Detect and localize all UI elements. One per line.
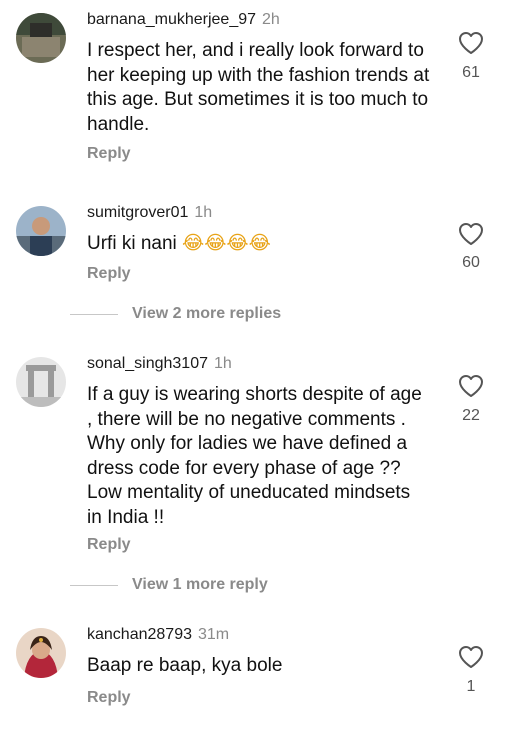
view-more-label: View 1 more reply xyxy=(132,576,268,593)
like-count: 61 xyxy=(462,64,480,81)
avatar[interactable] xyxy=(16,357,66,407)
timestamp: 1h xyxy=(194,204,213,221)
view-more-replies-button[interactable]: View 2 more replies xyxy=(70,305,281,323)
comment-meta: kanchan28793 31m xyxy=(87,625,229,645)
like-count: 60 xyxy=(462,254,480,271)
comment-text: Baap re baap, kya bole xyxy=(87,655,283,676)
divider-line xyxy=(70,313,118,315)
heart-outline-icon[interactable] xyxy=(458,645,484,669)
comment-text-content: Urfi ki nani xyxy=(87,233,177,254)
divider-line xyxy=(70,584,118,586)
emoji-group: 😂😂😂😂 xyxy=(182,232,271,254)
heart-outline-icon[interactable] xyxy=(458,31,484,55)
timestamp: 31m xyxy=(197,626,230,643)
reply-button[interactable]: Reply xyxy=(87,689,131,707)
reply-button[interactable]: Reply xyxy=(87,265,131,283)
reply-button[interactable]: Reply xyxy=(87,145,131,163)
avatar[interactable] xyxy=(16,13,66,63)
username[interactable]: barnana_mukherjee_97 xyxy=(87,11,256,28)
comment-meta: sonal_singh3107 1h xyxy=(87,354,232,374)
comment-meta: barnana_mukherjee_97 2h xyxy=(87,10,280,30)
reply-button[interactable]: Reply xyxy=(87,536,131,554)
heart-outline-icon[interactable] xyxy=(458,222,484,246)
username[interactable]: sumitgrover01 xyxy=(87,204,188,221)
comment-text: I respect her, and i really look forward… xyxy=(87,40,430,135)
heart-outline-icon[interactable] xyxy=(458,374,484,398)
comment-text: Urfi ki nani 😂😂😂😂 xyxy=(87,231,432,257)
timestamp: 2h xyxy=(262,11,280,28)
comment-meta: sumitgrover01 1h xyxy=(87,203,212,223)
view-more-replies-button[interactable]: View 1 more reply xyxy=(70,576,268,594)
username[interactable]: sonal_singh3107 xyxy=(87,355,208,372)
like-count: 1 xyxy=(466,678,476,695)
avatar[interactable] xyxy=(16,206,66,256)
comment-text: If a guy is wearing shorts despite of ag… xyxy=(87,384,422,528)
like-count: 22 xyxy=(462,407,480,424)
username[interactable]: kanchan28793 xyxy=(87,626,192,643)
avatar[interactable] xyxy=(16,628,66,678)
view-more-label: View 2 more replies xyxy=(132,305,282,322)
timestamp: 1h xyxy=(214,355,232,372)
